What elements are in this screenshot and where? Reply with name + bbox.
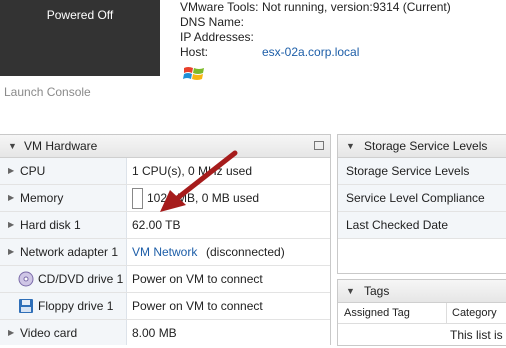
panel-title: Tags: [364, 284, 390, 298]
summary-value: Not running, version:9314 (Current): [262, 0, 451, 14]
cd-dvd-icon: [18, 271, 34, 287]
tags-list: This list is: [338, 324, 506, 348]
row-label-cell: ▶ Network adapter 1: [0, 239, 127, 265]
expand-arrow-icon[interactable]: ▶: [8, 239, 14, 265]
row-label: CPU: [20, 164, 46, 178]
row-value: Power on VM to connect: [132, 272, 263, 286]
collapse-triangle-icon[interactable]: ▼: [346, 135, 355, 157]
summary-key: Host:: [180, 45, 209, 59]
hardware-row-floppy[interactable]: Floppy drive 1 Power on VM to connect: [0, 293, 330, 320]
summary-row-tools: VMware Tools: Not running, version:9314 …: [180, 0, 506, 15]
storage-row: Service Level Compliance: [338, 185, 506, 212]
launch-console-link[interactable]: Launch Console: [4, 85, 91, 99]
maximize-icon[interactable]: [314, 141, 324, 150]
row-label: Memory: [20, 191, 64, 205]
column-header-assigned-tag[interactable]: Assigned Tag: [344, 303, 410, 323]
windows-os-icon: [183, 67, 204, 80]
row-label: Video card: [20, 326, 78, 340]
annotation-arrow-icon: [160, 150, 238, 212]
expand-arrow-icon[interactable]: ▶: [8, 320, 14, 345]
tags-column-headers: Assigned Tag Category: [338, 303, 506, 324]
row-label-cell: ▶ Video card: [0, 320, 127, 345]
storage-service-levels-panel: ▼ Storage Service Levels Storage Service…: [337, 134, 506, 274]
expand-arrow-icon[interactable]: ▶: [8, 185, 14, 211]
panel-title: Storage Service Levels: [364, 139, 488, 153]
summary-row-dns: DNS Name:: [180, 15, 506, 30]
summary-key: VMware Tools:: [180, 0, 259, 14]
column-header-category[interactable]: Category: [452, 303, 497, 323]
summary-row-host: Host: esx-02a.corp.local: [180, 45, 506, 60]
row-value: (disconnected): [206, 245, 285, 259]
tags-panel-header[interactable]: ▼ Tags: [338, 280, 506, 303]
console-thumbnail[interactable]: Powered Off: [0, 0, 160, 76]
hardware-row-cddvd[interactable]: CD/DVD drive 1 Power on VM to connect: [0, 266, 330, 293]
storage-panel-header[interactable]: ▼ Storage Service Levels: [338, 135, 506, 158]
vm-summary: VMware Tools: Not running, version:9314 …: [180, 0, 506, 60]
summary-key: DNS Name:: [180, 15, 245, 29]
row-label-cell: ▶ Hard disk 1: [0, 212, 127, 238]
row-label: Hard disk 1: [20, 218, 81, 232]
row-label: CD/DVD drive 1: [38, 272, 124, 286]
row-label: Network adapter 1: [20, 245, 119, 259]
row-label: Floppy drive 1: [38, 299, 114, 313]
storage-row: Storage Service Levels: [338, 158, 506, 185]
hardware-row-network[interactable]: ▶ Network adapter 1 VM Network (disconne…: [0, 239, 330, 266]
row-label-cell: ▶ Memory: [0, 185, 127, 211]
memory-bar-icon: [132, 188, 143, 209]
summary-row-ip: IP Addresses:: [180, 30, 506, 45]
column-divider[interactable]: [446, 303, 447, 323]
floppy-icon: [19, 299, 33, 313]
storage-row: Last Checked Date: [338, 212, 506, 239]
row-label-cell: Floppy drive 1: [0, 293, 127, 319]
host-link[interactable]: esx-02a.corp.local: [262, 45, 359, 60]
vm-network-link[interactable]: VM Network: [132, 239, 197, 265]
expand-arrow-icon[interactable]: ▶: [8, 158, 14, 184]
collapse-triangle-icon[interactable]: ▼: [346, 280, 355, 302]
tags-panel: ▼ Tags Assigned Tag Category This list i…: [337, 279, 506, 346]
row-label-cell: CD/DVD drive 1: [0, 266, 127, 292]
row-value: 8.00 MB: [132, 326, 177, 340]
summary-key: IP Addresses:: [180, 30, 254, 44]
expand-arrow-icon[interactable]: ▶: [8, 212, 14, 238]
row-value: Power on VM to connect: [132, 299, 263, 313]
collapse-triangle-icon[interactable]: ▼: [8, 135, 17, 157]
row-label-cell: ▶ CPU: [0, 158, 127, 184]
empty-list-note: This list is: [450, 328, 503, 342]
hardware-row-video[interactable]: ▶ Video card 8.00 MB: [0, 320, 330, 345]
panel-title: VM Hardware: [24, 139, 98, 153]
power-status: Powered Off: [46, 8, 114, 22]
